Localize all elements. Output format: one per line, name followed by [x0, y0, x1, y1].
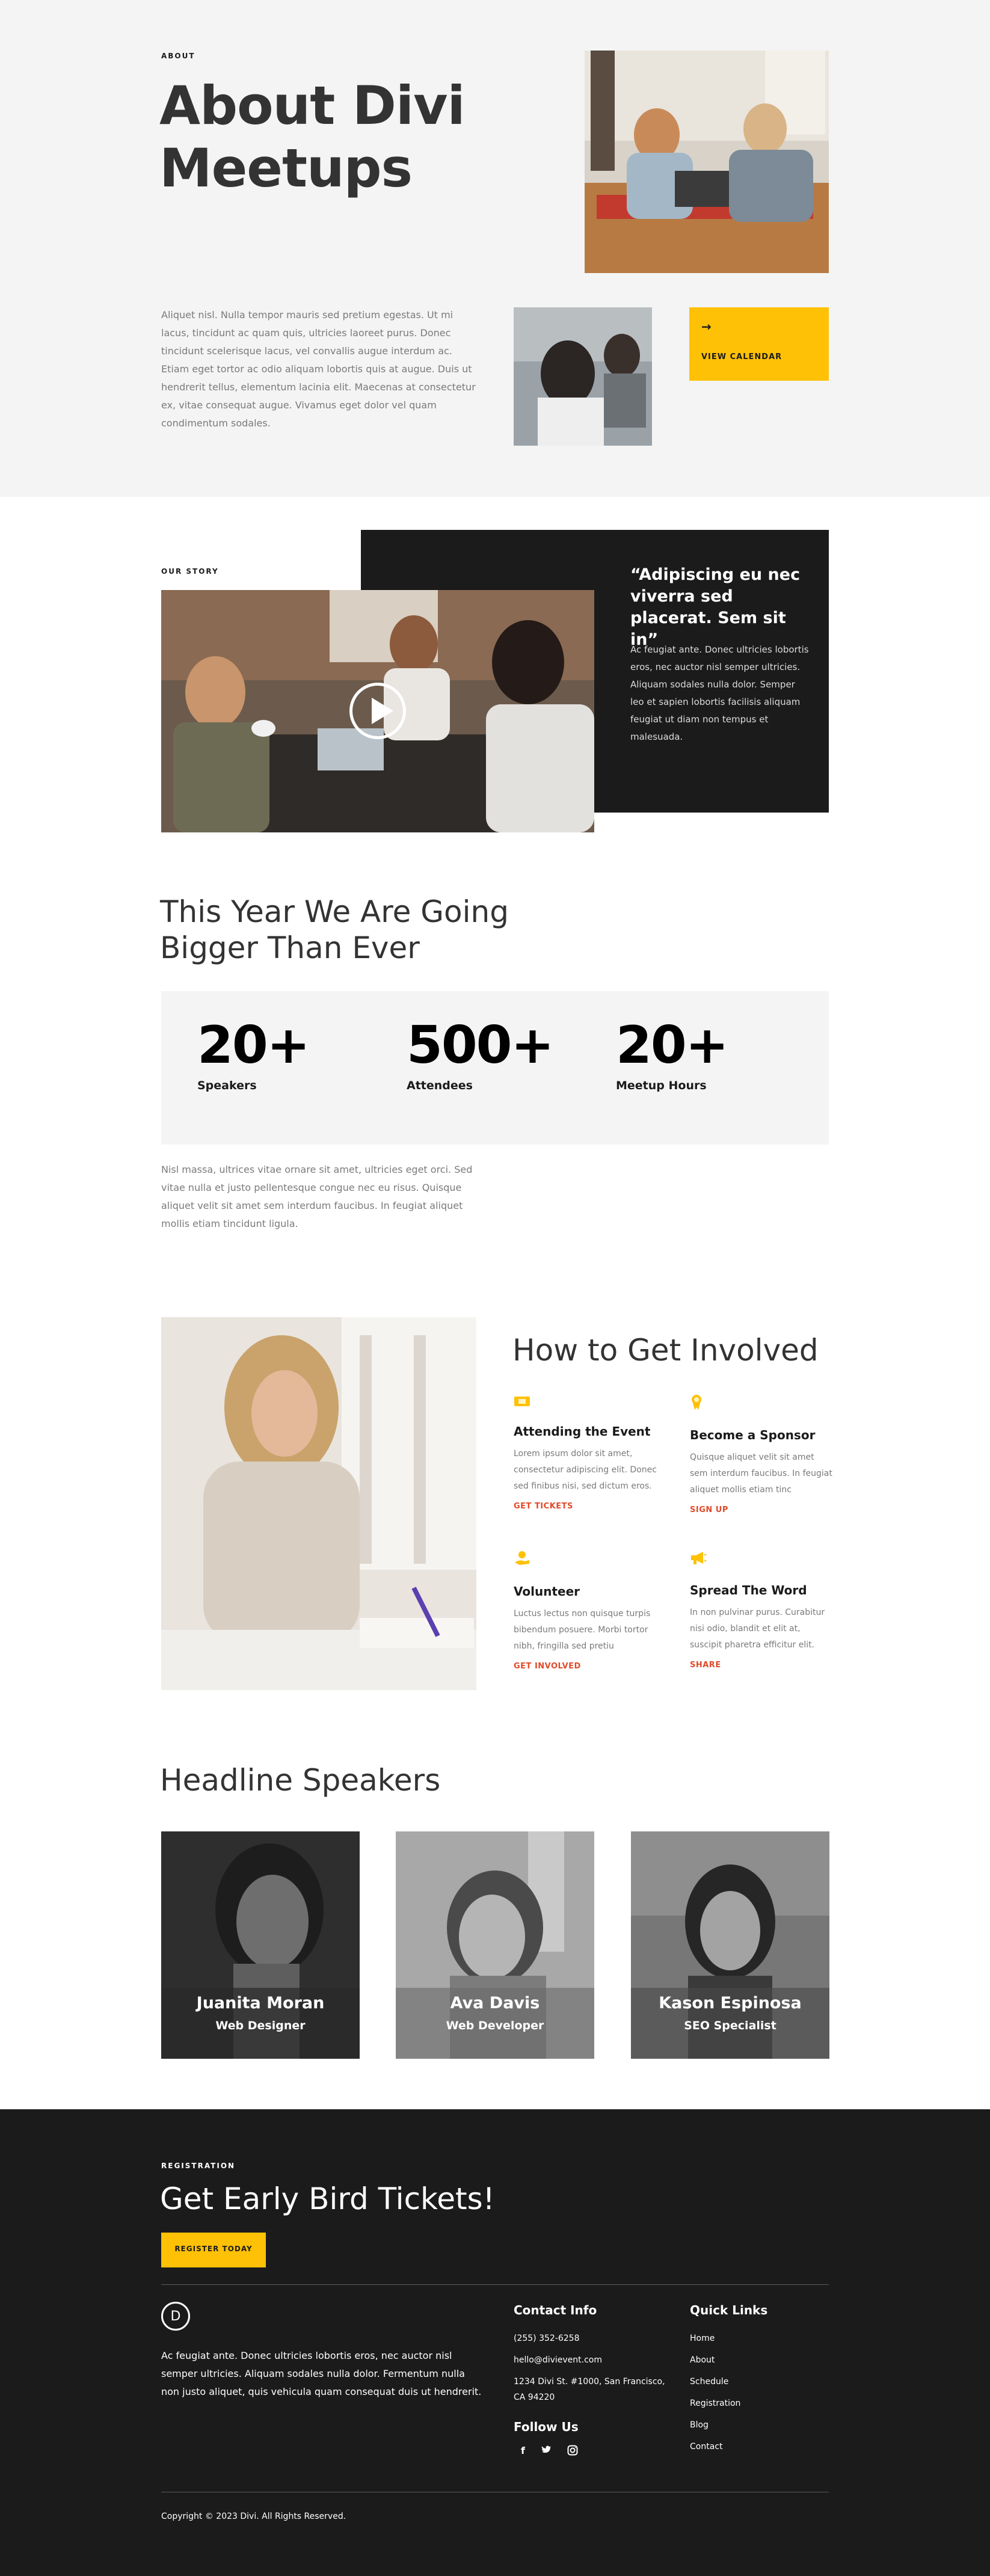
- stats-title-line-1: This Year We Are Going: [160, 894, 509, 929]
- speaker-card[interactable]: Juanita Moran Web Designer: [161, 1831, 360, 2059]
- title-line-2: Meetups: [159, 137, 413, 199]
- get-involved-link[interactable]: GET INVOLVED: [514, 1662, 670, 1671]
- involved-item-text: Luctus lectus non quisque turpis bibendu…: [514, 1609, 651, 1651]
- volunteer-icon: [514, 1551, 670, 1572]
- footer-link-registration[interactable]: Registration: [690, 2396, 828, 2411]
- view-calendar-label: VIEW CALENDAR: [701, 352, 782, 361]
- involved-item-attending: Attending the Event Lorem ipsum dolor si…: [514, 1394, 670, 1511]
- footer-link-schedule[interactable]: Schedule: [690, 2374, 828, 2390]
- speaker-role: Web Designer: [215, 2019, 306, 2032]
- speakers-section: Headline Speakers Juanita Moran Web Desi…: [0, 1744, 990, 2081]
- involved-section: How to Get Involved Attending the Event …: [0, 1287, 990, 1732]
- speaker-card[interactable]: Ava Davis Web Developer: [396, 1831, 594, 2059]
- footer-about: Ac feugiat ante. Donec ultricies loborti…: [161, 2350, 482, 2397]
- contact-address: 1234 Divi St. #1000, San Francisco, CA 9…: [514, 2377, 665, 2402]
- stat-label: Attendees: [407, 1079, 473, 1092]
- speaker-name: Juanita Moran: [196, 1994, 325, 2012]
- arrow-right-icon: →: [701, 319, 712, 334]
- speaker-role: SEO Specialist: [684, 2019, 776, 2032]
- divi-logo[interactable]: D: [161, 2302, 190, 2331]
- involved-item-title: Spread The Word: [690, 1583, 807, 1597]
- sign-up-link[interactable]: SIGN UP: [690, 1505, 834, 1514]
- about-body: Aliquet nisl. Nulla tempor mauris sed pr…: [161, 309, 476, 429]
- stat-attendees: 500+ Attendees: [407, 1015, 555, 1092]
- get-tickets-link[interactable]: GET TICKETS: [514, 1502, 670, 1511]
- about-eyebrow: ABOUT: [161, 52, 195, 60]
- involved-item-text: In non pulvinar purus. Curabitur nisi od…: [690, 1608, 825, 1650]
- footer-divider: [161, 2284, 829, 2285]
- stat-speakers: 20+ Speakers: [197, 1015, 310, 1092]
- involved-item-spread: Spread The Word In non pulvinar purus. C…: [690, 1551, 834, 1670]
- stats-title-line-2: Bigger Than Ever: [160, 930, 420, 965]
- contact-email[interactable]: hello@divievent.com: [514, 2352, 670, 2368]
- about-secondary-photo: [514, 307, 652, 446]
- footer-link-contact[interactable]: Contact: [690, 2439, 828, 2455]
- quick-links-column: Quick Links Home About Schedule Registra…: [690, 2303, 828, 2455]
- contact-phone[interactable]: (255) 352-6258: [514, 2331, 670, 2346]
- involved-item-volunteer: Volunteer Luctus lectus non quisque turp…: [514, 1551, 670, 1671]
- facebook-icon[interactable]: f: [521, 2445, 525, 2458]
- speakers-title: Headline Speakers: [160, 1763, 441, 1798]
- speaker-role: Web Developer: [446, 2019, 544, 2032]
- involved-item-text: Quisque aliquet velit sit amet sem inter…: [690, 1452, 832, 1495]
- involved-item-text: Lorem ipsum dolor sit amet, consectetur …: [514, 1449, 657, 1491]
- register-today-button[interactable]: REGISTER TODAY: [161, 2233, 266, 2267]
- play-icon[interactable]: [349, 683, 406, 739]
- register-today-label: REGISTER TODAY: [174, 2245, 253, 2253]
- speaker-card[interactable]: Kason Espinosa SEO Specialist: [631, 1831, 829, 2059]
- footer-link-blog[interactable]: Blog: [690, 2417, 828, 2433]
- story-eyebrow: OUR STORY: [161, 567, 219, 576]
- story-section: OUR STORY “Adipiscing eu nec viverra sed…: [0, 497, 990, 834]
- involved-item-title: Attending the Event: [514, 1424, 651, 1439]
- twitter-icon[interactable]: [541, 2445, 552, 2458]
- speaker-name: Ava Davis: [450, 1994, 540, 2012]
- contact-column: Contact Info (255) 352-6258 hello@diviev…: [514, 2303, 670, 2458]
- megaphone-icon: [690, 1551, 834, 1571]
- follow-title: Follow Us: [514, 2420, 579, 2434]
- stat-number: 20+: [616, 1015, 729, 1075]
- footer-title: Get Early Bird Tickets!: [160, 2181, 495, 2216]
- share-link[interactable]: SHARE: [690, 1661, 834, 1670]
- award-icon: [690, 1394, 834, 1416]
- stats-section: This Year We Are Going Bigger Than Ever …: [0, 834, 990, 1243]
- stats-title: This Year We Are Going Bigger Than Ever: [160, 894, 581, 966]
- involved-item-sponsor: Become a Sponsor Quisque aliquet velit s…: [690, 1394, 834, 1514]
- copyright: Copyright © 2023 Divi. All Rights Reserv…: [161, 2512, 346, 2521]
- involved-item-title: Become a Sponsor: [690, 1428, 816, 1442]
- page-title: About Divi Meetups: [159, 75, 472, 200]
- view-calendar-button[interactable]: → VIEW CALENDAR: [689, 307, 829, 381]
- ticket-icon: [514, 1394, 670, 1412]
- footer-link-about[interactable]: About: [690, 2352, 828, 2368]
- instagram-icon[interactable]: [567, 2445, 578, 2458]
- logo-letter: D: [170, 2309, 181, 2324]
- contact-title: Contact Info: [514, 2303, 597, 2317]
- involved-photo: [161, 1317, 476, 1690]
- stats-box: 20+ Speakers 500+ Attendees 20+ Meetup H…: [161, 991, 829, 1145]
- story-video[interactable]: [161, 590, 594, 832]
- about-section: ABOUT About Divi Meetups Aliquet nisl. N…: [0, 0, 990, 497]
- stat-number: 500+: [407, 1015, 555, 1075]
- footer: REGISTRATION Get Early Bird Tickets! REG…: [0, 2109, 990, 2576]
- story-quote: “Adipiscing eu nec viverra sed placerat.…: [630, 565, 801, 649]
- stat-meetup-hours: 20+ Meetup Hours: [616, 1015, 729, 1092]
- title-line-1: About Divi: [159, 75, 466, 137]
- footer-link-home[interactable]: Home: [690, 2331, 828, 2346]
- hero-photo: [585, 51, 829, 273]
- stat-label: Meetup Hours: [616, 1079, 707, 1092]
- speaker-name: Kason Espinosa: [659, 1994, 802, 2012]
- social-links: f: [514, 2445, 670, 2458]
- stat-number: 20+: [197, 1015, 310, 1075]
- involved-title: How to Get Involved: [512, 1333, 819, 1368]
- registration-eyebrow: REGISTRATION: [161, 2162, 236, 2170]
- stats-body: Nisl massa, ultrices vitae ornare sit am…: [161, 1164, 473, 1229]
- story-text: Ac feugiat ante. Donec ultricies loborti…: [630, 644, 809, 742]
- quick-links-title: Quick Links: [690, 2303, 768, 2317]
- involved-item-title: Volunteer: [514, 1584, 580, 1599]
- stat-label: Speakers: [197, 1079, 257, 1092]
